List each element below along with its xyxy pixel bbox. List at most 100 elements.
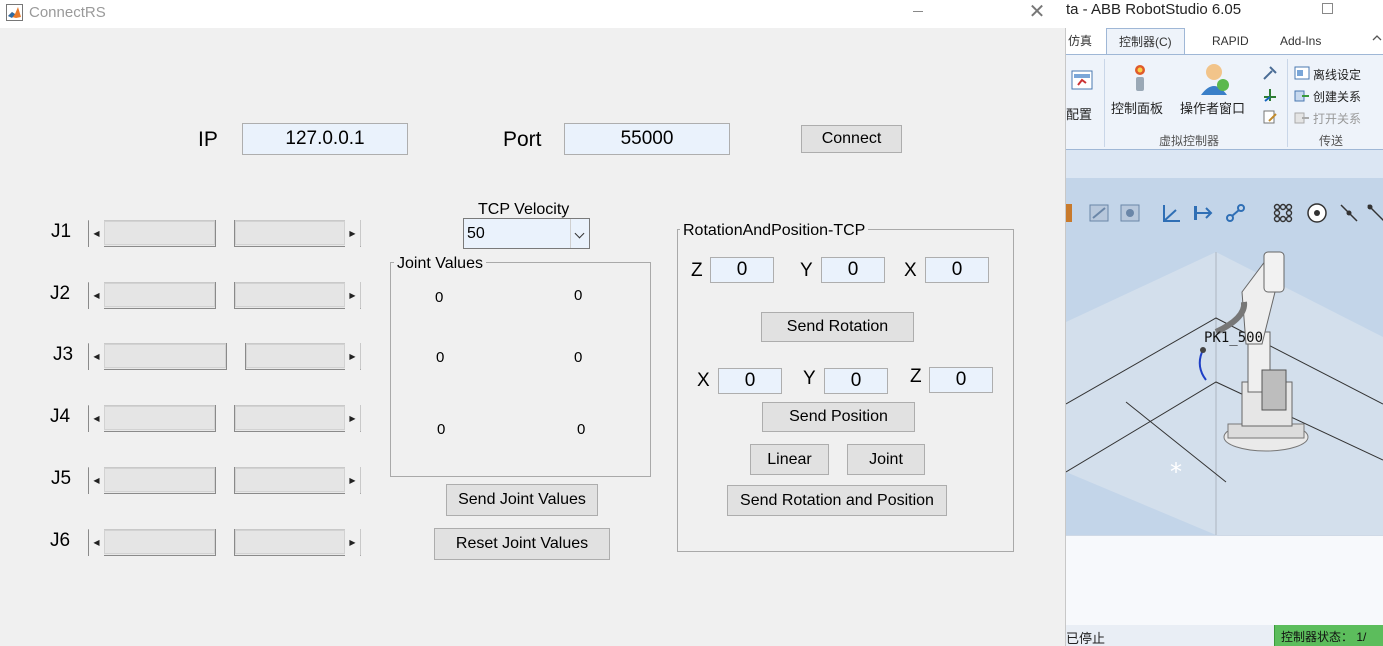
tab-controller[interactable]: 控制器(C) — [1106, 28, 1185, 54]
group-virtual-controller: 虚拟控制器 — [1159, 134, 1220, 148]
status-stopped: 已停止 — [1066, 631, 1106, 646]
rotation-y-input[interactable] — [821, 257, 885, 283]
arrow-left-icon[interactable]: ◀ — [89, 529, 104, 556]
arrow-right-icon[interactable]: ▶ — [345, 467, 360, 494]
open-relation-button[interactable]: 打开关系 — [1313, 110, 1361, 127]
path-icon[interactable] — [1224, 202, 1246, 224]
frame-icon[interactable] — [1160, 202, 1182, 224]
slider-thumb[interactable] — [215, 529, 235, 556]
robotstudio-viewport[interactable]: * PK1_500 — [1066, 150, 1383, 535]
select-part-icon[interactable] — [1119, 202, 1141, 224]
arrow-left-icon[interactable]: ◀ — [89, 220, 104, 247]
tcp-panel-title: RotationAndPosition-TCP — [680, 222, 869, 240]
connect-button[interactable]: Connect — [801, 125, 902, 153]
snap-end-icon[interactable] — [1366, 202, 1383, 224]
slider-track-left[interactable] — [104, 468, 215, 492]
control-panel-button[interactable]: 控制面板 — [1111, 98, 1163, 117]
robot-label: PK1_500 — [1204, 330, 1263, 346]
offline-settings-button[interactable]: 离线设定 — [1313, 66, 1361, 83]
slider-track-right[interactable] — [235, 283, 345, 307]
joint-slider-4[interactable]: ◀ ▶ — [88, 405, 361, 432]
joint-slider-5[interactable]: ◀ ▶ — [88, 467, 361, 494]
slider-thumb[interactable] — [215, 220, 235, 247]
arrow-left-icon[interactable]: ◀ — [89, 343, 104, 370]
joint-button[interactable]: Joint — [847, 444, 925, 475]
slider-thumb[interactable] — [215, 405, 235, 432]
velocity-select[interactable]: 50 — [463, 218, 590, 249]
slider-track-right[interactable] — [246, 344, 345, 368]
close-button[interactable]: ✕ — [1024, 0, 1050, 26]
send-rotation-and-position-button[interactable]: Send Rotation and Position — [727, 485, 947, 516]
axes-icon[interactable] — [1262, 87, 1278, 103]
send-position-button[interactable]: Send Position — [762, 402, 915, 432]
chevron-down-icon[interactable] — [570, 219, 589, 248]
slider-track-right[interactable] — [235, 221, 345, 245]
minimize-button[interactable] — [907, 0, 931, 26]
tab-add-ins[interactable]: Add-Ins — [1268, 28, 1333, 54]
slider-track-left[interactable] — [104, 344, 226, 368]
config-icon — [1071, 70, 1093, 90]
joint-label-2: J2 — [50, 283, 71, 304]
move-icon[interactable] — [1192, 202, 1214, 224]
chevron-up-icon[interactable] — [1372, 34, 1382, 42]
tab-simulation[interactable]: 仿真 — [1066, 28, 1104, 54]
slider-track-right[interactable] — [235, 530, 345, 554]
tool-icon[interactable] — [1262, 65, 1278, 81]
arrow-right-icon[interactable]: ▶ — [345, 343, 360, 370]
snap-center-icon[interactable] — [1306, 202, 1328, 224]
arrow-right-icon[interactable]: ▶ — [345, 282, 360, 309]
send-rotation-button[interactable]: Send Rotation — [761, 312, 914, 342]
snap-edge-icon[interactable] — [1338, 202, 1360, 224]
position-z-input[interactable] — [929, 367, 993, 393]
ip-input[interactable] — [242, 123, 408, 155]
slider-track-left[interactable] — [104, 530, 215, 554]
arrow-left-icon[interactable]: ◀ — [89, 282, 104, 309]
ip-label: IP — [198, 128, 218, 151]
joint-slider-3[interactable]: ◀ ▶ — [88, 343, 361, 370]
create-relation-button[interactable]: 创建关系 — [1313, 88, 1361, 105]
document-edit-icon[interactable] — [1262, 109, 1278, 125]
joint-slider-1[interactable]: ◀ ▶ — [88, 220, 361, 247]
arrow-right-icon[interactable]: ▶ — [345, 220, 360, 247]
arrow-right-icon[interactable]: ▶ — [345, 529, 360, 556]
rotation-x-input[interactable] — [925, 257, 989, 283]
position-y-input[interactable] — [824, 368, 888, 394]
slider-track-left[interactable] — [104, 221, 215, 245]
joint-slider-2[interactable]: ◀ ▶ — [88, 282, 361, 309]
port-input[interactable] — [564, 123, 730, 155]
ribbon-separator — [1287, 59, 1288, 147]
linear-button[interactable]: Linear — [750, 444, 829, 475]
select-body-icon[interactable] — [1088, 202, 1110, 224]
joint-slider-6[interactable]: ◀ ▶ — [88, 529, 361, 556]
joint-value-3: 0 — [436, 349, 445, 366]
reset-joint-values-button[interactable]: Reset Joint Values — [434, 528, 610, 560]
joint-values-title: Joint Values — [394, 255, 486, 273]
maximize-icon[interactable] — [1322, 3, 1333, 14]
arrow-left-icon[interactable]: ◀ — [89, 467, 104, 494]
send-joint-values-button[interactable]: Send Joint Values — [446, 484, 598, 516]
joint-value-4: 0 — [574, 349, 583, 366]
slider-track-left[interactable] — [104, 283, 215, 307]
arrow-left-icon[interactable]: ◀ — [89, 405, 104, 432]
slider-thumb[interactable] — [215, 467, 235, 494]
snap-grid-icon[interactable] — [1272, 202, 1294, 224]
slider-thumb[interactable] — [215, 282, 235, 309]
robotstudio-tabs: 仿真 控制器(C) RAPID Add-Ins — [1066, 26, 1383, 54]
position-x-input[interactable] — [718, 368, 782, 394]
create-relation-icon — [1294, 90, 1309, 102]
slider-track-right[interactable] — [235, 468, 345, 492]
tab-rapid[interactable]: RAPID — [1200, 28, 1261, 54]
view-tool-icon[interactable] — [1066, 202, 1086, 224]
slider-track-left[interactable] — [104, 406, 215, 430]
robotstudio-window: ta - ABB RobotStudio 6.05 仿真 控制器(C) RAPI… — [1066, 0, 1383, 646]
robot-scene[interactable]: * PK1_500 — [1066, 232, 1383, 535]
close-icon: ✕ — [1028, 1, 1046, 23]
slider-thumb[interactable] — [226, 343, 246, 370]
operator-window-button[interactable]: 操作者窗口 — [1180, 98, 1245, 117]
port-label: Port — [503, 128, 542, 151]
velocity-value: 50 — [467, 225, 485, 242]
slider-track-right[interactable] — [235, 406, 345, 430]
config-button[interactable]: 配置 — [1066, 104, 1092, 123]
rotation-z-input[interactable] — [710, 257, 774, 283]
arrow-right-icon[interactable]: ▶ — [345, 405, 360, 432]
